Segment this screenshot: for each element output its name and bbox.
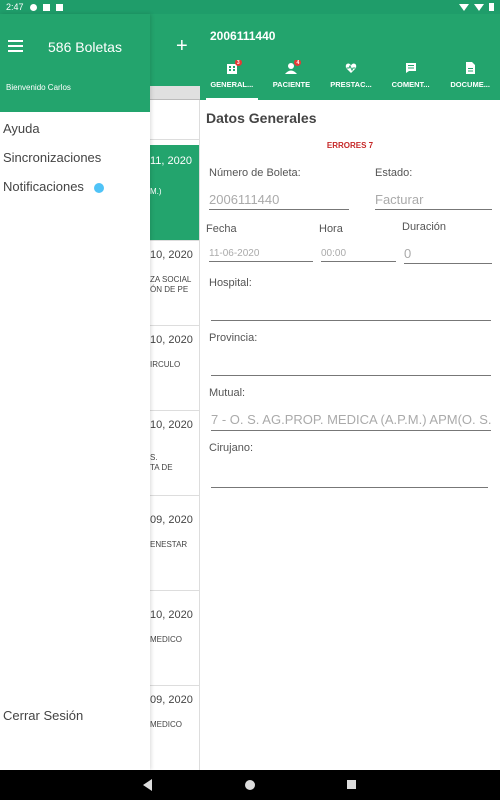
list-item[interactable] xyxy=(150,100,199,140)
list-item[interactable]: 10, 2020 S. TA DE xyxy=(150,411,199,496)
menu-item-sincronizaciones[interactable]: Sincronizaciones xyxy=(3,150,101,165)
tab-bar: 3 GENERAL... 4 PACIENTE PRESTAC... COMEN… xyxy=(202,60,500,100)
home-icon[interactable] xyxy=(245,780,255,790)
menu-item-notificaciones[interactable]: Notificaciones xyxy=(3,179,104,194)
navigation-drawer: 586 Boletas Bienvenido Carlos Ayuda Sinc… xyxy=(0,14,150,770)
sd-card-icon xyxy=(55,3,63,11)
hospital-label: Hospital: xyxy=(209,277,252,289)
document-icon xyxy=(464,62,476,74)
tab-label: COMENT... xyxy=(391,80,430,89)
person-icon: 4 xyxy=(285,60,302,74)
drawer-header: Bienvenido Carlos xyxy=(0,68,150,112)
list-item-text: IRCULO xyxy=(150,360,181,369)
list-search-strip xyxy=(150,86,200,100)
add-icon[interactable]: + xyxy=(176,36,188,56)
section-title: Datos Generales xyxy=(206,110,317,126)
boletas-list[interactable]: 11, 2020 M.) 10, 2020 ZA SOCIAL ÓN DE PE… xyxy=(150,100,200,770)
hora-label: Hora xyxy=(319,223,343,235)
list-item-text: ZA SOCIAL xyxy=(150,275,192,284)
status-time: 2:47 xyxy=(6,2,24,12)
boleta-title: 2006111440 xyxy=(210,29,276,43)
status-bar: 2:47 xyxy=(0,0,500,14)
list-item-date: 10, 2020 xyxy=(150,419,193,431)
list-item-text: TA DE xyxy=(150,463,173,472)
comment-icon xyxy=(405,62,417,74)
recent-apps-icon[interactable] xyxy=(347,780,356,789)
system-nav-bar xyxy=(0,770,500,800)
drawer-toolbar: 586 Boletas xyxy=(0,14,150,68)
tab-general[interactable]: 3 GENERAL... xyxy=(202,60,262,100)
building-icon: 3 xyxy=(226,60,242,74)
tab-comentarios[interactable]: COMENT... xyxy=(381,60,441,100)
list-item-date: 10, 2020 xyxy=(150,334,193,346)
battery-icon xyxy=(489,3,494,11)
signal-icon xyxy=(474,3,484,11)
list-item[interactable]: 09, 2020 MEDICO xyxy=(150,686,199,770)
mutual-label: Mutual: xyxy=(209,387,246,399)
list-item-date: 11, 2020 xyxy=(150,155,193,167)
errors-badge[interactable]: ERRORES 7 xyxy=(200,141,500,150)
list-item[interactable]: 09, 2020 ENESTAR xyxy=(150,506,199,591)
menu-item-label: Notificaciones xyxy=(3,179,84,194)
list-item-text: MEDICO xyxy=(150,635,182,644)
list-item-date: 10, 2020 xyxy=(150,249,193,261)
list-item-text: M.) xyxy=(150,187,162,196)
numero-label: Número de Boleta: xyxy=(209,167,301,179)
list-item[interactable]: 10, 2020 ZA SOCIAL ÓN DE PE xyxy=(150,241,199,326)
cirujano-field[interactable] xyxy=(211,469,488,488)
numero-field[interactable]: 2006111440 xyxy=(209,192,349,210)
menu-item-ayuda[interactable]: Ayuda xyxy=(3,121,40,136)
tab-badge: 4 xyxy=(294,60,302,66)
welcome-text: Bienvenido Carlos xyxy=(6,83,71,92)
tab-documentos[interactable]: DOCUME... xyxy=(440,60,500,100)
hora-field[interactable]: 00:00 xyxy=(321,248,396,262)
list-item-text: S. xyxy=(150,453,158,462)
boletas-count-title: 586 Boletas xyxy=(48,39,122,55)
menu-icon[interactable] xyxy=(8,40,23,52)
fecha-field[interactable]: 11-06-2020 xyxy=(209,248,313,262)
cirujano-label: Cirujano: xyxy=(209,442,254,454)
tab-prestaciones[interactable]: PRESTAC... xyxy=(321,60,381,100)
estado-field[interactable]: Facturar xyxy=(375,192,492,210)
tab-badge: 3 xyxy=(234,60,242,66)
provincia-label: Provincia: xyxy=(209,332,258,344)
list-item[interactable]: 10, 2020 IRCULO xyxy=(150,326,199,411)
tab-label: DOCUME... xyxy=(450,80,490,89)
logout-button[interactable]: Cerrar Sesión xyxy=(3,708,83,723)
back-icon[interactable] xyxy=(143,779,152,791)
list-item-text: ÓN DE PE xyxy=(150,285,189,294)
tab-label: PRESTAC... xyxy=(330,80,372,89)
datos-generales-form: Datos Generales ERRORES 7 Número de Bole… xyxy=(200,100,500,770)
notification-icon xyxy=(42,3,50,11)
notification-dot-icon xyxy=(93,182,104,193)
list-item-date: 10, 2020 xyxy=(150,609,193,621)
list-item-text: MEDICO xyxy=(150,720,182,729)
list-item-date: 09, 2020 xyxy=(150,514,193,526)
mutual-field[interactable]: 7 - O. S. AG.PROP. MEDICA (A.P.M.) APM(O… xyxy=(211,412,491,431)
tab-label: PACIENTE xyxy=(272,80,311,89)
fecha-label: Fecha xyxy=(206,223,237,235)
hospital-field[interactable] xyxy=(211,302,491,321)
heartbeat-icon xyxy=(345,62,357,74)
wifi-icon xyxy=(459,3,469,11)
list-item-text: ENESTAR xyxy=(150,540,188,549)
duracion-field[interactable]: 0 xyxy=(404,246,492,264)
estado-label: Estado: xyxy=(375,167,413,179)
list-item[interactable]: 10, 2020 MEDICO xyxy=(150,601,199,686)
tab-paciente[interactable]: 4 PACIENTE xyxy=(262,60,322,100)
list-item-date: 09, 2020 xyxy=(150,694,193,706)
list-item[interactable]: 11, 2020 M.) xyxy=(150,145,199,241)
app-bar: 2006111440 3 GENERAL... 4 PACIENTE PREST… xyxy=(150,14,500,100)
tab-label: GENERAL... xyxy=(210,80,254,89)
settings-icon xyxy=(29,3,37,11)
provincia-field[interactable] xyxy=(211,357,491,376)
duracion-label: Duración xyxy=(402,221,447,233)
